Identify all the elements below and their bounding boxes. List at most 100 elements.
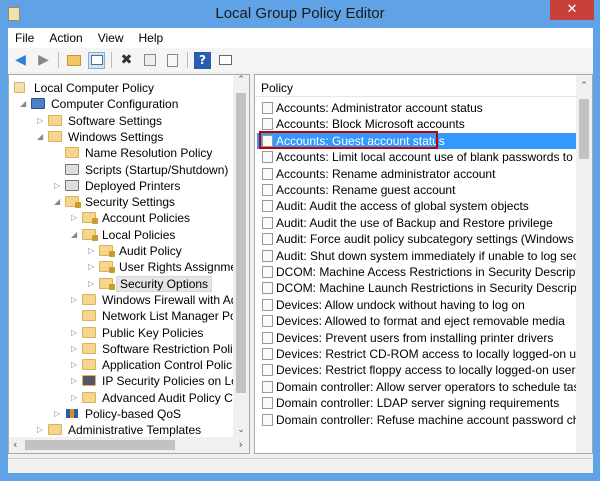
expand-arrow-icon[interactable]: ▷ bbox=[88, 276, 96, 292]
policy-row[interactable]: DCOM: Machine Launch Restrictions in Sec… bbox=[257, 280, 592, 296]
policy-row[interactable]: Domain controller: Refuse machine accoun… bbox=[257, 412, 592, 428]
collapse-arrow-icon[interactable]: ◢ bbox=[71, 227, 79, 243]
tree-item[interactable]: ◢ Local Policies bbox=[9, 227, 234, 243]
scroll-thumb[interactable] bbox=[579, 99, 589, 159]
policy-row[interactable]: Devices: Allow undock without having to … bbox=[257, 297, 576, 313]
expand-arrow-icon[interactable]: ▷ bbox=[71, 357, 79, 373]
tree-vertical-scrollbar[interactable]: ⌃ ⌄ bbox=[233, 75, 249, 437]
policy-list-pane[interactable]: Policy Accounts: Administrator account s… bbox=[254, 74, 593, 454]
scroll-thumb[interactable] bbox=[25, 440, 175, 450]
tree-item[interactable]: ▷ Audit Policy bbox=[9, 243, 234, 259]
delete-icon[interactable]: ✖ bbox=[118, 52, 135, 69]
policy-setting-icon bbox=[262, 266, 273, 278]
tree-item[interactable]: ▷ Account Policies bbox=[9, 210, 234, 226]
policy-setting-icon bbox=[262, 216, 273, 229]
computer-icon bbox=[31, 98, 45, 110]
expand-arrow-icon[interactable]: ▷ bbox=[71, 210, 79, 226]
collapse-arrow-icon[interactable]: ◢ bbox=[37, 129, 45, 145]
expand-arrow-icon[interactable]: ▷ bbox=[88, 243, 96, 259]
menu-action[interactable]: Action bbox=[49, 31, 82, 45]
tree-item[interactable]: ▷ Software Restriction Policies bbox=[9, 341, 249, 357]
tree-item[interactable]: ▷ User Rights Assignment bbox=[9, 259, 247, 275]
list-vertical-scrollbar[interactable]: ⌃ bbox=[576, 75, 592, 453]
tree-item[interactable]: ▷ Deployed Printers bbox=[9, 178, 234, 194]
folder-icon bbox=[82, 359, 96, 371]
tree-item-label: Audit Policy bbox=[119, 244, 182, 258]
policy-row[interactable]: Devices: Allowed to format and eject rem… bbox=[257, 313, 576, 329]
policy-name: Audit: Force audit policy subcategory se… bbox=[276, 232, 593, 247]
close-button[interactable]: ✕ bbox=[550, 0, 594, 20]
expand-arrow-icon[interactable]: ▷ bbox=[54, 406, 62, 422]
separator bbox=[58, 52, 59, 68]
chart-icon bbox=[65, 408, 79, 419]
expand-arrow-icon[interactable]: ▷ bbox=[71, 390, 79, 406]
tree-item[interactable]: Local Computer Policy bbox=[9, 80, 234, 96]
expand-arrow-icon[interactable]: ▷ bbox=[37, 113, 45, 129]
policy-row[interactable]: Accounts: Rename administrator account bbox=[257, 166, 576, 182]
scroll-thumb[interactable] bbox=[236, 93, 246, 393]
expand-arrow-icon[interactable]: ▷ bbox=[54, 178, 62, 194]
tree-item[interactable]: ▷ Public Key Policies bbox=[9, 325, 234, 341]
folder-icon bbox=[82, 293, 96, 305]
tree-item[interactable]: ◢ Computer Configuration bbox=[9, 96, 234, 112]
policy-row[interactable]: Accounts: Block Microsoft accounts bbox=[257, 116, 576, 132]
expand-arrow-icon[interactable]: ▷ bbox=[71, 373, 79, 389]
policy-setting-icon bbox=[262, 331, 273, 344]
tree-item-label: IP Security Policies on Local bbox=[102, 374, 250, 389]
tree-item[interactable]: ◢ Security Settings bbox=[9, 194, 234, 210]
tree-item[interactable]: Name Resolution Policy bbox=[9, 145, 234, 161]
tree-horizontal-scrollbar[interactable]: ‹ › bbox=[9, 437, 249, 453]
tree-item-label: Scripts (Startup/Shutdown) bbox=[85, 162, 229, 177]
policy-row[interactable]: Devices: Restrict floppy access to local… bbox=[257, 362, 592, 378]
column-header-policy[interactable]: Policy bbox=[255, 75, 576, 97]
menu-file[interactable]: File bbox=[15, 31, 34, 45]
policy-row[interactable]: Accounts: Administrator account status bbox=[257, 100, 576, 116]
tree-item[interactable]: ▷ Software Settings bbox=[9, 113, 234, 129]
tree-item[interactable]: Scripts (Startup/Shutdown) bbox=[9, 162, 234, 178]
expand-arrow-icon[interactable]: ▷ bbox=[71, 341, 79, 357]
back-icon[interactable]: ◀ bbox=[12, 52, 29, 69]
lockfolder-icon bbox=[65, 196, 81, 209]
expand-arrow-icon[interactable]: ▷ bbox=[71, 325, 79, 341]
tree-item[interactable]: ▷ Advanced Audit Policy Conf bbox=[9, 390, 249, 406]
export-list-icon[interactable] bbox=[164, 52, 181, 69]
tree-item[interactable]: ▷ IP Security Policies on Local bbox=[9, 373, 249, 389]
tree-item[interactable]: ▷ Administrative Templates bbox=[9, 422, 234, 438]
tree-item[interactable]: ▷ Windows Firewall with Adva bbox=[9, 292, 249, 308]
folder-icon bbox=[48, 114, 62, 126]
tree-item[interactable]: ▷ Security Options bbox=[9, 275, 234, 292]
expand-arrow-icon[interactable]: ▷ bbox=[37, 422, 45, 438]
expand-arrow-icon[interactable]: ▷ bbox=[71, 292, 79, 308]
policy-row[interactable]: Audit: Force audit policy subcategory se… bbox=[257, 231, 592, 247]
up-folder-icon[interactable] bbox=[65, 52, 82, 69]
policy-row[interactable]: Audit: Shut down system immediately if u… bbox=[257, 248, 592, 264]
tree-item[interactable]: Network List Manager Polici bbox=[9, 308, 249, 324]
tree-pane[interactable]: Local Computer Policy ◢ Computer Configura… bbox=[8, 74, 250, 454]
policy-row[interactable]: Accounts: Rename guest account bbox=[257, 182, 576, 198]
collapse-arrow-icon[interactable]: ◢ bbox=[20, 96, 28, 112]
tree-item[interactable]: ▷ Application Control Policies bbox=[9, 357, 247, 373]
policy-row[interactable]: Audit: Audit the access of global system… bbox=[257, 198, 576, 214]
policy-name: Accounts: Administrator account status bbox=[276, 101, 483, 115]
highlight-box bbox=[259, 131, 438, 149]
tree-item[interactable]: ▷ Policy-based QoS bbox=[9, 406, 234, 422]
collapse-arrow-icon[interactable]: ◢ bbox=[54, 194, 62, 210]
policy-row[interactable]: Accounts: Limit local account use of bla… bbox=[257, 149, 592, 165]
policy-row[interactable]: Devices: Prevent users from installing p… bbox=[257, 330, 576, 346]
menu-view[interactable]: View bbox=[98, 31, 124, 45]
policy-row[interactable]: DCOM: Machine Access Restrictions in Sec… bbox=[257, 264, 592, 280]
policy-name: Devices: Restrict CD-ROM access to local… bbox=[276, 347, 593, 361]
policy-row[interactable]: Audit: Audit the use of Backup and Resto… bbox=[257, 215, 576, 231]
help-icon[interactable]: ? bbox=[194, 51, 211, 69]
show-hide-tree-icon[interactable] bbox=[88, 51, 105, 69]
tree-item[interactable]: ◢ Windows Settings bbox=[9, 129, 234, 145]
policy-row[interactable]: Domain controller: LDAP server signing r… bbox=[257, 395, 576, 411]
policy-row[interactable]: Domain controller: Allow server operator… bbox=[257, 379, 591, 395]
window-body: File Action View Help ◀ ▶ ✖ ? Local Comp… bbox=[8, 28, 593, 473]
show-hide-action-pane-icon[interactable] bbox=[217, 52, 234, 69]
properties-icon[interactable] bbox=[141, 52, 158, 69]
policy-row[interactable]: Devices: Restrict CD-ROM access to local… bbox=[257, 346, 592, 362]
forward-icon[interactable]: ▶ bbox=[35, 52, 52, 69]
expand-arrow-icon[interactable]: ▷ bbox=[88, 259, 96, 275]
menu-help[interactable]: Help bbox=[139, 31, 164, 45]
